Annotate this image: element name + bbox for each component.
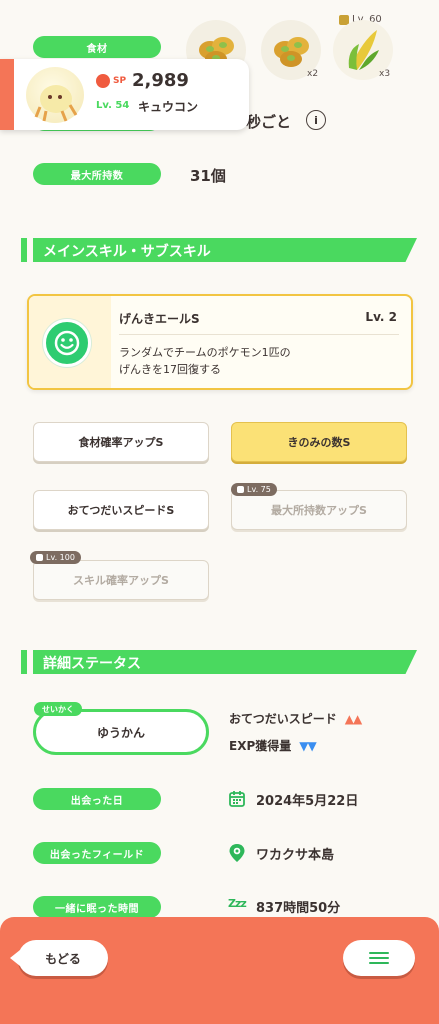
sub-skill-unlock-tag: Lv. 100 xyxy=(30,551,81,564)
arrow-up-icon: ▲▲ xyxy=(344,711,362,726)
nature-tag: せいかく xyxy=(34,702,82,716)
skills-section-header: メインスキル・サブスキル xyxy=(21,238,417,262)
pokemon-name: キュウコン xyxy=(138,100,199,114)
lock-icon xyxy=(36,554,43,561)
lock-icon xyxy=(237,486,244,493)
ingredient-count: x2 xyxy=(307,69,319,79)
help-interval-value: 秒ごと xyxy=(246,113,292,131)
nature-up-effect: おてつだいスピード ▲▲ xyxy=(229,710,362,727)
sp-value: 2,989 xyxy=(132,70,189,91)
hamburger-icon-line xyxy=(369,952,389,954)
sleep-time-label: 一緒に眠った時間 xyxy=(33,896,161,918)
description-line: ランダムでチームのポケモン1匹の xyxy=(119,346,291,359)
main-skill-card[interactable]: げんきエールS Lv. 2 ランダムでチームのポケモン1匹の げんきを17回復す… xyxy=(27,294,413,390)
pokemon-summary-card[interactable]: SP 2,989 Lv. 54 キュウコン xyxy=(0,59,249,130)
sub-skill-button-locked[interactable]: 最大所持数アップS xyxy=(231,490,407,530)
menu-button[interactable] xyxy=(343,940,415,976)
section-tick xyxy=(21,238,27,262)
sub-skill-unlock-tag: Lv. 75 xyxy=(231,483,277,496)
nature-up-stat: おてつだいスピード xyxy=(229,712,337,726)
main-skill-name: げんきエールS xyxy=(119,312,200,326)
nature-down-stat: EXP獲得量 xyxy=(229,739,292,753)
back-button-label: もどる xyxy=(45,951,81,966)
unlock-level-text: Lv. 75 xyxy=(247,485,271,494)
main-skill-icon-area xyxy=(29,296,111,388)
ingredients-label: 食材 xyxy=(33,36,161,58)
sub-skill-button-locked[interactable]: スキル確率アップS xyxy=(33,560,209,600)
ingredient-count: x3 xyxy=(379,69,391,79)
met-date-value: 2024年5月22日 xyxy=(256,794,359,809)
met-field-value: ワカクサ本島 xyxy=(256,848,335,863)
sleep-time-value: 837時間50分 xyxy=(256,901,341,916)
back-button[interactable]: もどる xyxy=(10,940,108,976)
calendar-icon xyxy=(229,791,245,807)
location-pin-icon xyxy=(229,844,245,862)
description-line: げんきを17回復する xyxy=(119,363,221,376)
max-carry-value: 31個 xyxy=(190,167,226,185)
pokemon-level: Lv. 54 xyxy=(96,100,130,111)
info-icon[interactable]: i xyxy=(306,110,326,130)
smile-graphic xyxy=(54,330,80,356)
max-carry-label: 最大所持数 xyxy=(33,163,161,185)
section-tick xyxy=(21,650,27,674)
met-date-label: 出会った日 xyxy=(33,788,161,810)
divider xyxy=(119,334,399,335)
section-title: メインスキル・サブスキル xyxy=(43,244,211,260)
section-title: 詳細ステータス xyxy=(43,656,141,672)
details-section-header: 詳細ステータス xyxy=(21,650,417,674)
sp-label: SP xyxy=(113,76,127,86)
unlock-level-text: Lv. 100 xyxy=(46,553,75,562)
sleep-zzz-icon: Zzz xyxy=(228,897,247,910)
pokemon-graphic xyxy=(34,85,78,122)
sub-skill-button[interactable]: きのみの数S xyxy=(231,422,407,462)
nature-down-effect: EXP獲得量 ▼▼ xyxy=(229,737,317,754)
pokeball-icon xyxy=(96,74,110,88)
main-skill-level: Lv. 2 xyxy=(365,310,397,324)
hamburger-icon-line xyxy=(369,957,389,959)
main-skill-description: ランダムでチームのポケモン1匹の げんきを17回復する xyxy=(119,344,291,378)
arrow-down-icon: ▼▼ xyxy=(299,738,316,753)
hamburger-icon-line xyxy=(369,962,389,964)
card-accent-bar xyxy=(0,59,14,130)
met-field-label: 出会ったフィールド xyxy=(33,842,161,864)
pokemon-avatar xyxy=(26,67,84,123)
sub-skill-button[interactable]: 食材確率アップS xyxy=(33,422,209,462)
smile-icon xyxy=(43,319,91,367)
sub-skill-button[interactable]: おてつだいスピードS xyxy=(33,490,209,530)
